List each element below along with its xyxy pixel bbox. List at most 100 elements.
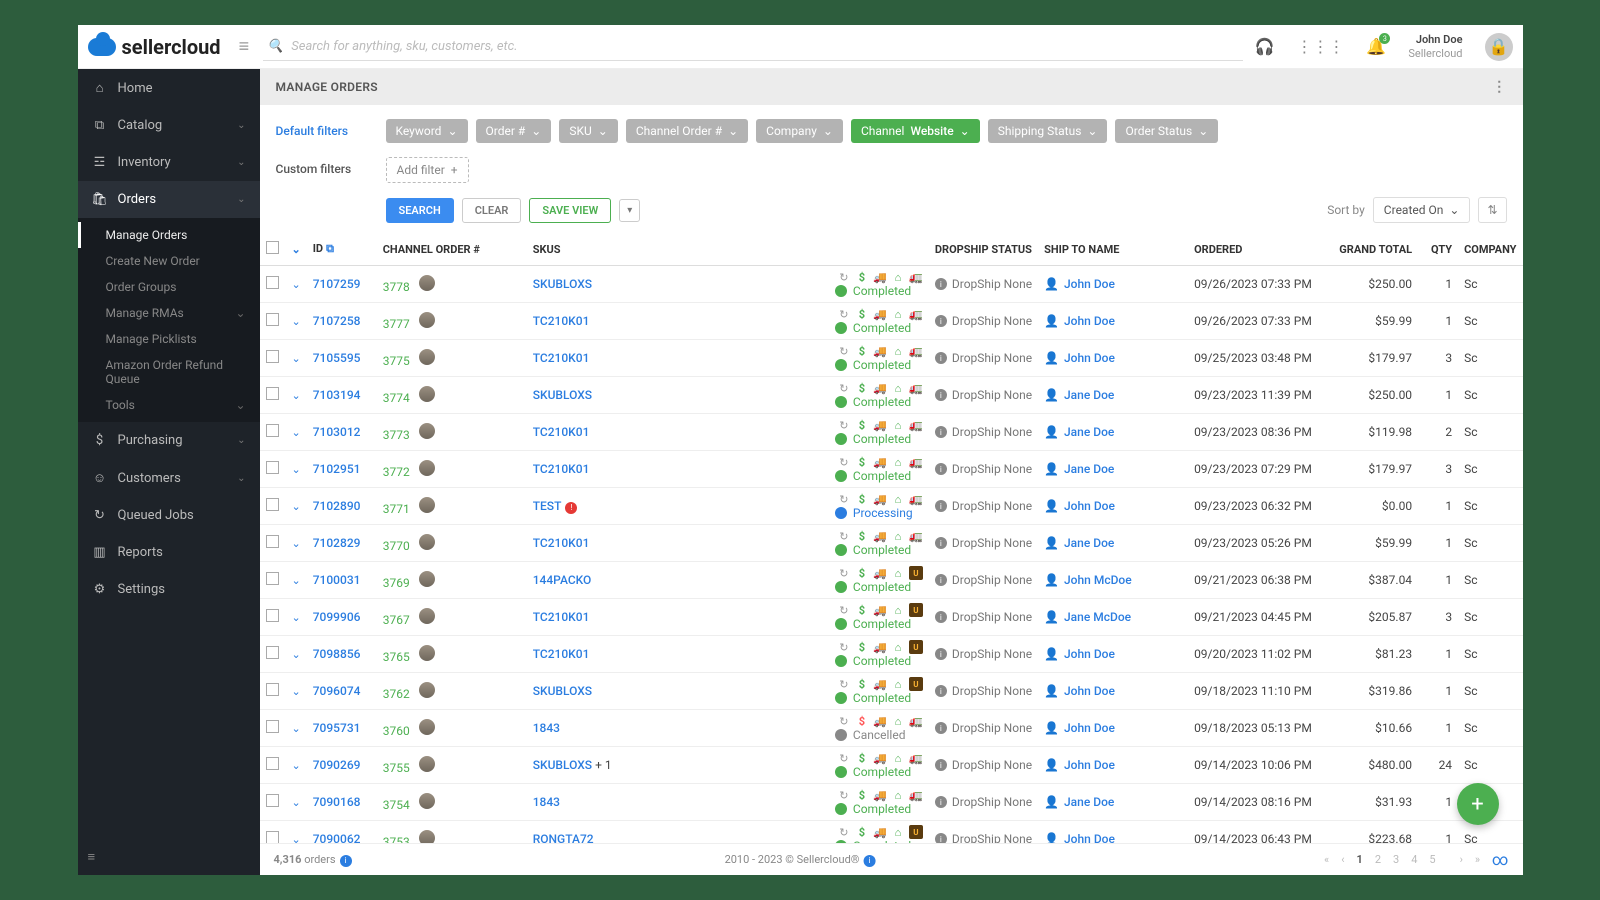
sort-select[interactable]: Created On ⌄ xyxy=(1373,197,1471,223)
filter-chip-shipping-status[interactable]: Shipping Status ⌄ xyxy=(988,119,1108,143)
row-checkbox[interactable] xyxy=(266,535,279,548)
row-checkbox[interactable] xyxy=(266,276,279,289)
subnav-amazon-order-refund-queue[interactable]: Amazon Order Refund Queue xyxy=(78,352,260,392)
sku-link[interactable]: TC210K01 xyxy=(533,647,590,661)
nav-settings[interactable]: ⚙Settings xyxy=(78,571,260,608)
default-filters-label[interactable]: Default filters xyxy=(276,119,386,138)
sku-link[interactable]: TEST xyxy=(533,499,562,513)
shipto-link[interactable]: John Doe xyxy=(1064,351,1115,365)
subnav-manage-orders[interactable]: Manage Orders xyxy=(78,222,260,248)
row-checkbox[interactable] xyxy=(266,831,279,843)
page-2[interactable]: 2 xyxy=(1375,853,1381,866)
order-id-link[interactable]: 7107258 xyxy=(313,314,361,328)
nav-catalog[interactable]: ⧉Catalog⌄ xyxy=(78,107,260,144)
order-id-link[interactable]: 7103194 xyxy=(313,388,361,402)
sku-link[interactable]: SKUBLOXS xyxy=(533,277,592,291)
page-3[interactable]: 3 xyxy=(1393,853,1399,866)
col-ordered[interactable]: ORDERED xyxy=(1194,243,1242,256)
subnav-manage-picklists[interactable]: Manage Picklists xyxy=(78,326,260,352)
avatar[interactable]: 🔒 xyxy=(1485,33,1513,61)
expand-row-icon[interactable]: ⌄ xyxy=(292,759,301,772)
col-channel-order[interactable]: CHANNEL ORDER # xyxy=(383,243,480,256)
sku-link[interactable]: RONGTA72 xyxy=(533,832,594,843)
shipto-link[interactable]: John Doe xyxy=(1064,277,1115,291)
order-id-link[interactable]: 7095731 xyxy=(313,721,361,735)
expand-row-icon[interactable]: ⌄ xyxy=(292,833,301,843)
row-checkbox[interactable] xyxy=(266,387,279,400)
page-next-icon[interactable]: › xyxy=(1460,853,1463,866)
filter-chip-sku[interactable]: SKU ⌄ xyxy=(559,119,618,143)
shipto-link[interactable]: Jane McDoe xyxy=(1064,610,1131,624)
apps-grid-icon[interactable]: ⋮⋮⋮ xyxy=(1296,37,1344,56)
notifications-icon[interactable]: 🔔3 xyxy=(1366,37,1386,56)
shipto-link[interactable]: Jane Doe xyxy=(1064,388,1114,402)
order-id-link[interactable]: 7090062 xyxy=(313,832,361,843)
row-checkbox[interactable] xyxy=(266,424,279,437)
global-search[interactable]: 🔍 Search for anything, sku, customers, e… xyxy=(263,33,1243,61)
page-last-icon[interactable]: » xyxy=(1475,853,1480,866)
expand-row-icon[interactable]: ⌄ xyxy=(292,648,301,661)
row-checkbox[interactable] xyxy=(266,572,279,585)
page-5[interactable]: 5 xyxy=(1429,853,1435,866)
filter-chip-channel[interactable]: Channel Website ⌄ xyxy=(851,119,980,143)
expand-row-icon[interactable]: ⌄ xyxy=(292,537,301,550)
sku-link[interactable]: 144PACKO xyxy=(533,573,592,587)
infinite-scroll-icon[interactable]: ∞ xyxy=(1492,850,1508,869)
row-checkbox[interactable] xyxy=(266,757,279,770)
sort-direction-button[interactable]: ⇅ xyxy=(1478,197,1506,223)
order-id-link[interactable]: 7102890 xyxy=(313,499,361,513)
sku-link[interactable]: 1843 xyxy=(533,795,560,809)
expand-row-icon[interactable]: ⌄ xyxy=(292,315,301,328)
menu-toggle-icon[interactable]: ≡ xyxy=(239,36,250,57)
expand-all-icon[interactable]: ⌄ xyxy=(292,243,301,256)
nav-orders[interactable]: 🛍Orders⌄ xyxy=(78,181,260,218)
shipto-link[interactable]: Jane Doe xyxy=(1064,795,1114,809)
expand-row-icon[interactable]: ⌄ xyxy=(292,685,301,698)
shipto-link[interactable]: John Doe xyxy=(1064,499,1115,513)
copy-icon[interactable]: ⧉ xyxy=(326,242,334,255)
order-id-link[interactable]: 7096074 xyxy=(313,684,361,698)
save-view-button[interactable]: SAVE VIEW xyxy=(529,198,611,223)
sku-link[interactable]: TC210K01 xyxy=(533,462,590,476)
subnav-create-new-order[interactable]: Create New Order xyxy=(78,248,260,274)
nav-queued-jobs[interactable]: ↻Queued Jobs xyxy=(78,497,260,534)
subnav-order-groups[interactable]: Order Groups xyxy=(78,274,260,300)
search-button[interactable]: SEARCH xyxy=(386,198,454,223)
sku-link[interactable]: TC210K01 xyxy=(533,425,590,439)
select-all-checkbox[interactable] xyxy=(266,241,279,254)
sku-link[interactable]: TC210K01 xyxy=(533,610,590,624)
row-checkbox[interactable] xyxy=(266,461,279,474)
subnav-manage-rmas[interactable]: Manage RMAs ⌄ xyxy=(78,300,260,326)
shipto-link[interactable]: John Doe xyxy=(1064,832,1115,843)
order-id-link[interactable]: 7102829 xyxy=(313,536,361,550)
info-icon[interactable]: i xyxy=(340,855,352,867)
expand-row-icon[interactable]: ⌄ xyxy=(292,796,301,809)
order-id-link[interactable]: 7107259 xyxy=(313,277,361,291)
shipto-link[interactable]: John McDoe xyxy=(1064,573,1132,587)
row-checkbox[interactable] xyxy=(266,720,279,733)
expand-row-icon[interactable]: ⌄ xyxy=(292,500,301,513)
page-menu-icon[interactable]: ⋮ xyxy=(1492,79,1506,95)
subnav-tools[interactable]: Tools ⌄ xyxy=(78,392,260,418)
col-total[interactable]: GRAND TOTAL xyxy=(1339,243,1412,256)
filter-chip-company[interactable]: Company ⌄ xyxy=(756,119,843,143)
nav-inventory[interactable]: ☲Inventory⌄ xyxy=(78,144,260,181)
row-checkbox[interactable] xyxy=(266,350,279,363)
shipto-link[interactable]: Jane Doe xyxy=(1064,425,1114,439)
shipto-link[interactable]: Jane Doe xyxy=(1064,462,1114,476)
order-id-link[interactable]: 7100031 xyxy=(313,573,361,587)
add-filter-button[interactable]: Add filter+ xyxy=(386,157,469,183)
col-company[interactable]: COMPANY xyxy=(1464,243,1516,256)
row-checkbox[interactable] xyxy=(266,683,279,696)
headset-icon[interactable]: 🎧 xyxy=(1255,37,1275,56)
logo[interactable]: sellercloud xyxy=(88,35,221,59)
nav-customers[interactable]: ☺Customers⌄ xyxy=(78,459,260,497)
sku-link[interactable]: SKUBLOXS xyxy=(533,684,592,698)
shipto-link[interactable]: John Doe xyxy=(1064,721,1115,735)
row-checkbox[interactable] xyxy=(266,794,279,807)
user-menu[interactable]: John Doe Sellercloud xyxy=(1408,33,1462,59)
filter-chip-channel-order-[interactable]: Channel Order # ⌄ xyxy=(626,119,748,143)
order-id-link[interactable]: 7099906 xyxy=(313,610,361,624)
row-checkbox[interactable] xyxy=(266,609,279,622)
col-qty[interactable]: QTY xyxy=(1431,243,1452,256)
